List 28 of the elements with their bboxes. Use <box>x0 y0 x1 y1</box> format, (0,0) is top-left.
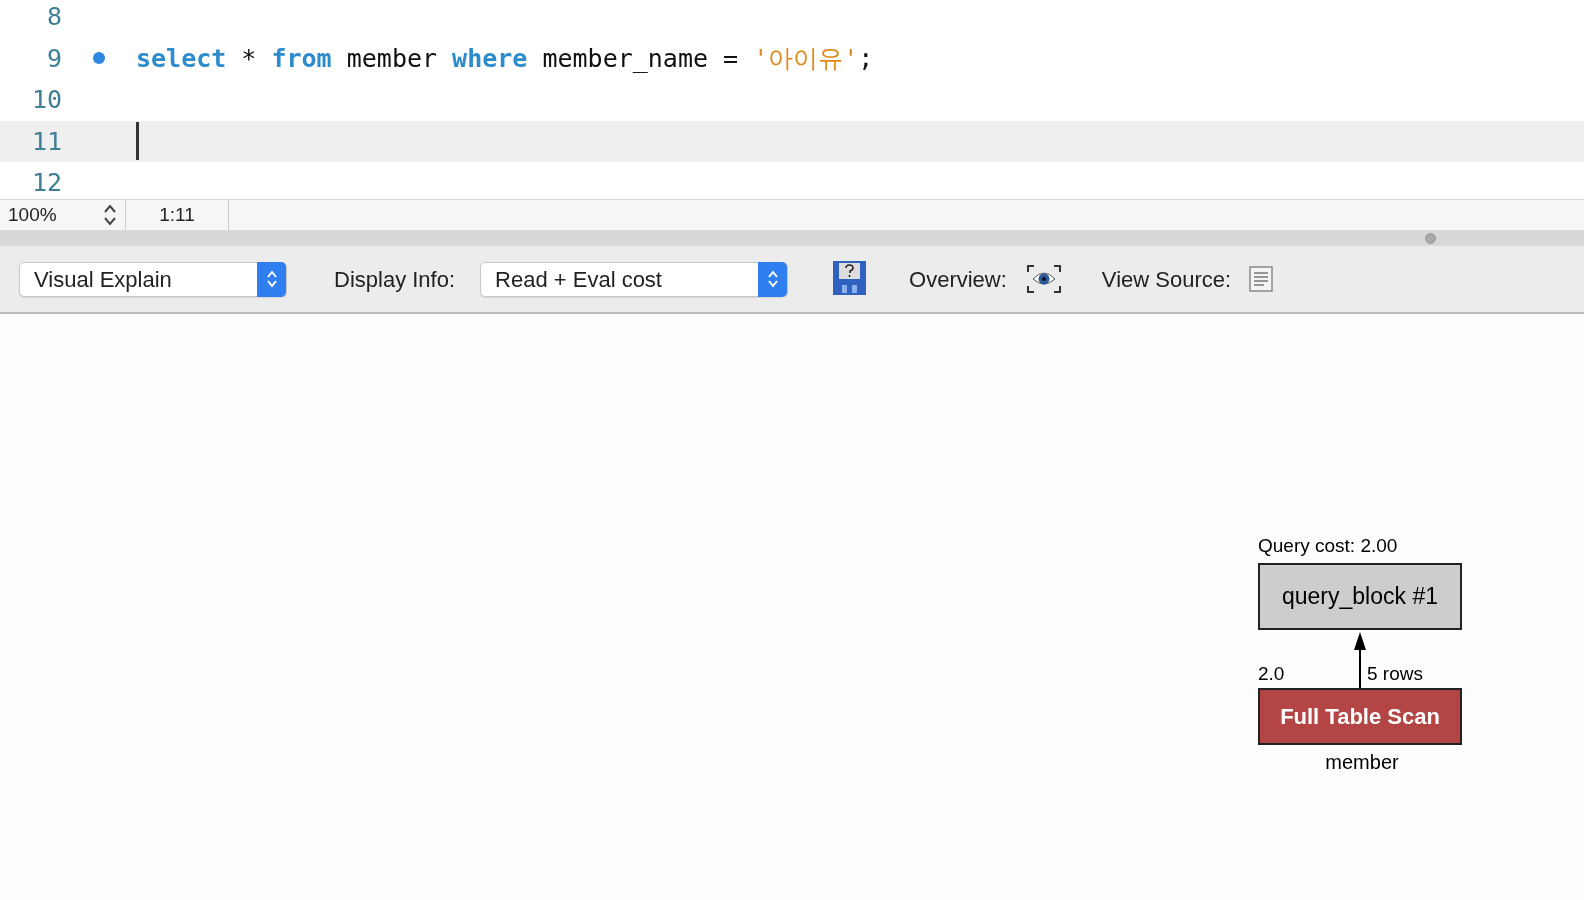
dropdown-select[interactable]: Visual Explain <box>19 261 287 297</box>
flow-arrow <box>1353 632 1367 688</box>
table-scan-node: Full Table Scan <box>1258 688 1462 745</box>
line-number: 12 <box>30 167 62 199</box>
code-line: select * from member where member_name = '아이유'; <box>136 42 874 75</box>
rows-label: 5 rows <box>1367 662 1423 686</box>
cursor-position: 1:11 <box>159 202 195 227</box>
chevron-updown-icon <box>265 269 278 289</box>
line-number: 9 <box>45 42 62 75</box>
line-number: 8 <box>45 1 62 33</box>
zoom-level: 100% <box>8 202 57 227</box>
dropdown-select[interactable]: Read + Eval cost <box>480 261 789 297</box>
text-cursor <box>136 122 139 161</box>
cost-label: Query cost: 2.00 <box>1258 534 1398 558</box>
document-icon[interactable] <box>1249 266 1274 292</box>
query-block-node: query_block #1 <box>1258 563 1462 630</box>
chevron-updown-icon <box>766 269 779 289</box>
splitter-handle[interactable] <box>1425 232 1436 244</box>
stepper-icon[interactable] <box>103 203 117 227</box>
field-label: View Source: <box>1101 265 1232 294</box>
field-label: Overview: <box>909 265 1007 294</box>
line-number: 10 <box>30 84 62 116</box>
table-name: member <box>1324 750 1400 775</box>
breakpoint-dot[interactable] <box>93 52 105 65</box>
line-number: 11 <box>30 125 62 158</box>
field-label: Display Info: <box>334 265 456 294</box>
cost-label: 2.0 <box>1258 662 1285 686</box>
eye-icon[interactable] <box>1026 265 1061 293</box>
